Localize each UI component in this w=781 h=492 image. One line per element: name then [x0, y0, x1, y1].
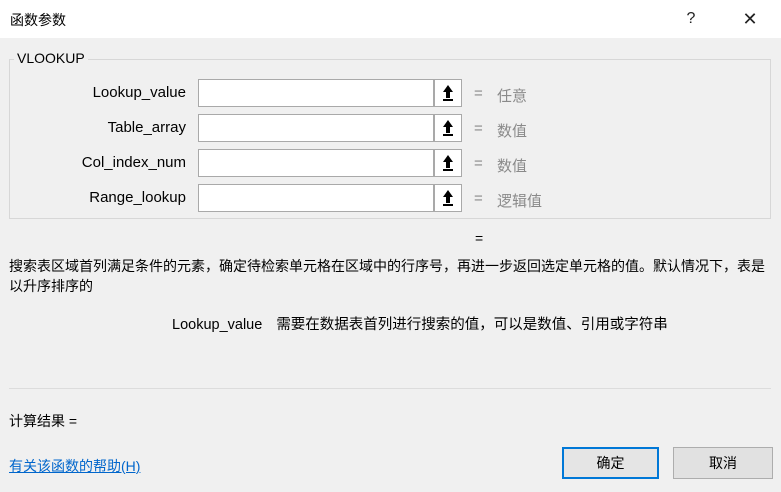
cancel-button-label: 取消	[709, 455, 737, 471]
argument-help-name: Lookup_value	[172, 317, 263, 333]
equals-sign: =	[474, 155, 483, 172]
ok-button[interactable]: 确定	[562, 447, 659, 479]
collapse-dialog-icon	[443, 190, 453, 206]
equals-sign: =	[474, 120, 483, 137]
collapse-dialog-icon	[443, 85, 453, 101]
lookup-value-ref-button[interactable]	[434, 79, 462, 107]
lookup-value-input[interactable]	[198, 79, 434, 107]
function-description: 搜索表区域首列满足条件的元素，确定待检索单元格在区域中的行序号，再进一步返回选定…	[9, 258, 765, 294]
formula-result-equals: =	[475, 230, 484, 246]
col-index-num-input[interactable]	[198, 149, 434, 177]
function-name-label: VLOOKUP	[14, 50, 88, 66]
equals-sign: =	[474, 85, 483, 102]
calculation-result: 计算结果 =	[9, 413, 78, 429]
equals-sign: =	[474, 190, 483, 207]
arg-result-col-index-num: 数值	[497, 158, 528, 175]
title-bar: 函数参数 ? ✕	[0, 0, 781, 38]
divider	[9, 388, 771, 389]
arg-label-col-index-num: Col_index_num	[81, 154, 186, 171]
cancel-button[interactable]: 取消	[673, 447, 773, 479]
function-help-link[interactable]: 有关该函数的帮助(H)	[9, 456, 140, 476]
help-button[interactable]: ?	[668, 0, 714, 38]
close-button[interactable]: ✕	[727, 0, 773, 38]
arg-result-table-array: 数值	[497, 123, 528, 140]
dialog-title: 函数参数	[10, 12, 66, 28]
arg-result-range-lookup: 逻辑值	[497, 193, 543, 210]
arg-label-table-array: Table_array	[107, 119, 186, 136]
arg-label-lookup-value: Lookup_value	[92, 84, 186, 101]
table-array-input[interactable]	[198, 114, 434, 142]
argument-help: Lookup_value 需要在数据表首列进行搜索的值，可以是数值、引用或字符串	[172, 313, 668, 334]
arg-result-lookup-value: 任意	[497, 88, 528, 105]
ok-button-label: 确定	[596, 455, 625, 471]
range-lookup-ref-button[interactable]	[434, 184, 462, 212]
argument-help-text: 需要在数据表首列进行搜索的值，可以是数值、引用或字符串	[276, 317, 668, 333]
table-array-ref-button[interactable]	[434, 114, 462, 142]
collapse-dialog-icon	[443, 155, 453, 171]
close-icon: ✕	[742, 8, 758, 29]
arg-label-range-lookup: Range_lookup	[89, 189, 186, 206]
col-index-num-ref-button[interactable]	[434, 149, 462, 177]
range-lookup-input[interactable]	[198, 184, 434, 212]
collapse-dialog-icon	[443, 120, 453, 136]
help-icon: ?	[686, 10, 696, 27]
